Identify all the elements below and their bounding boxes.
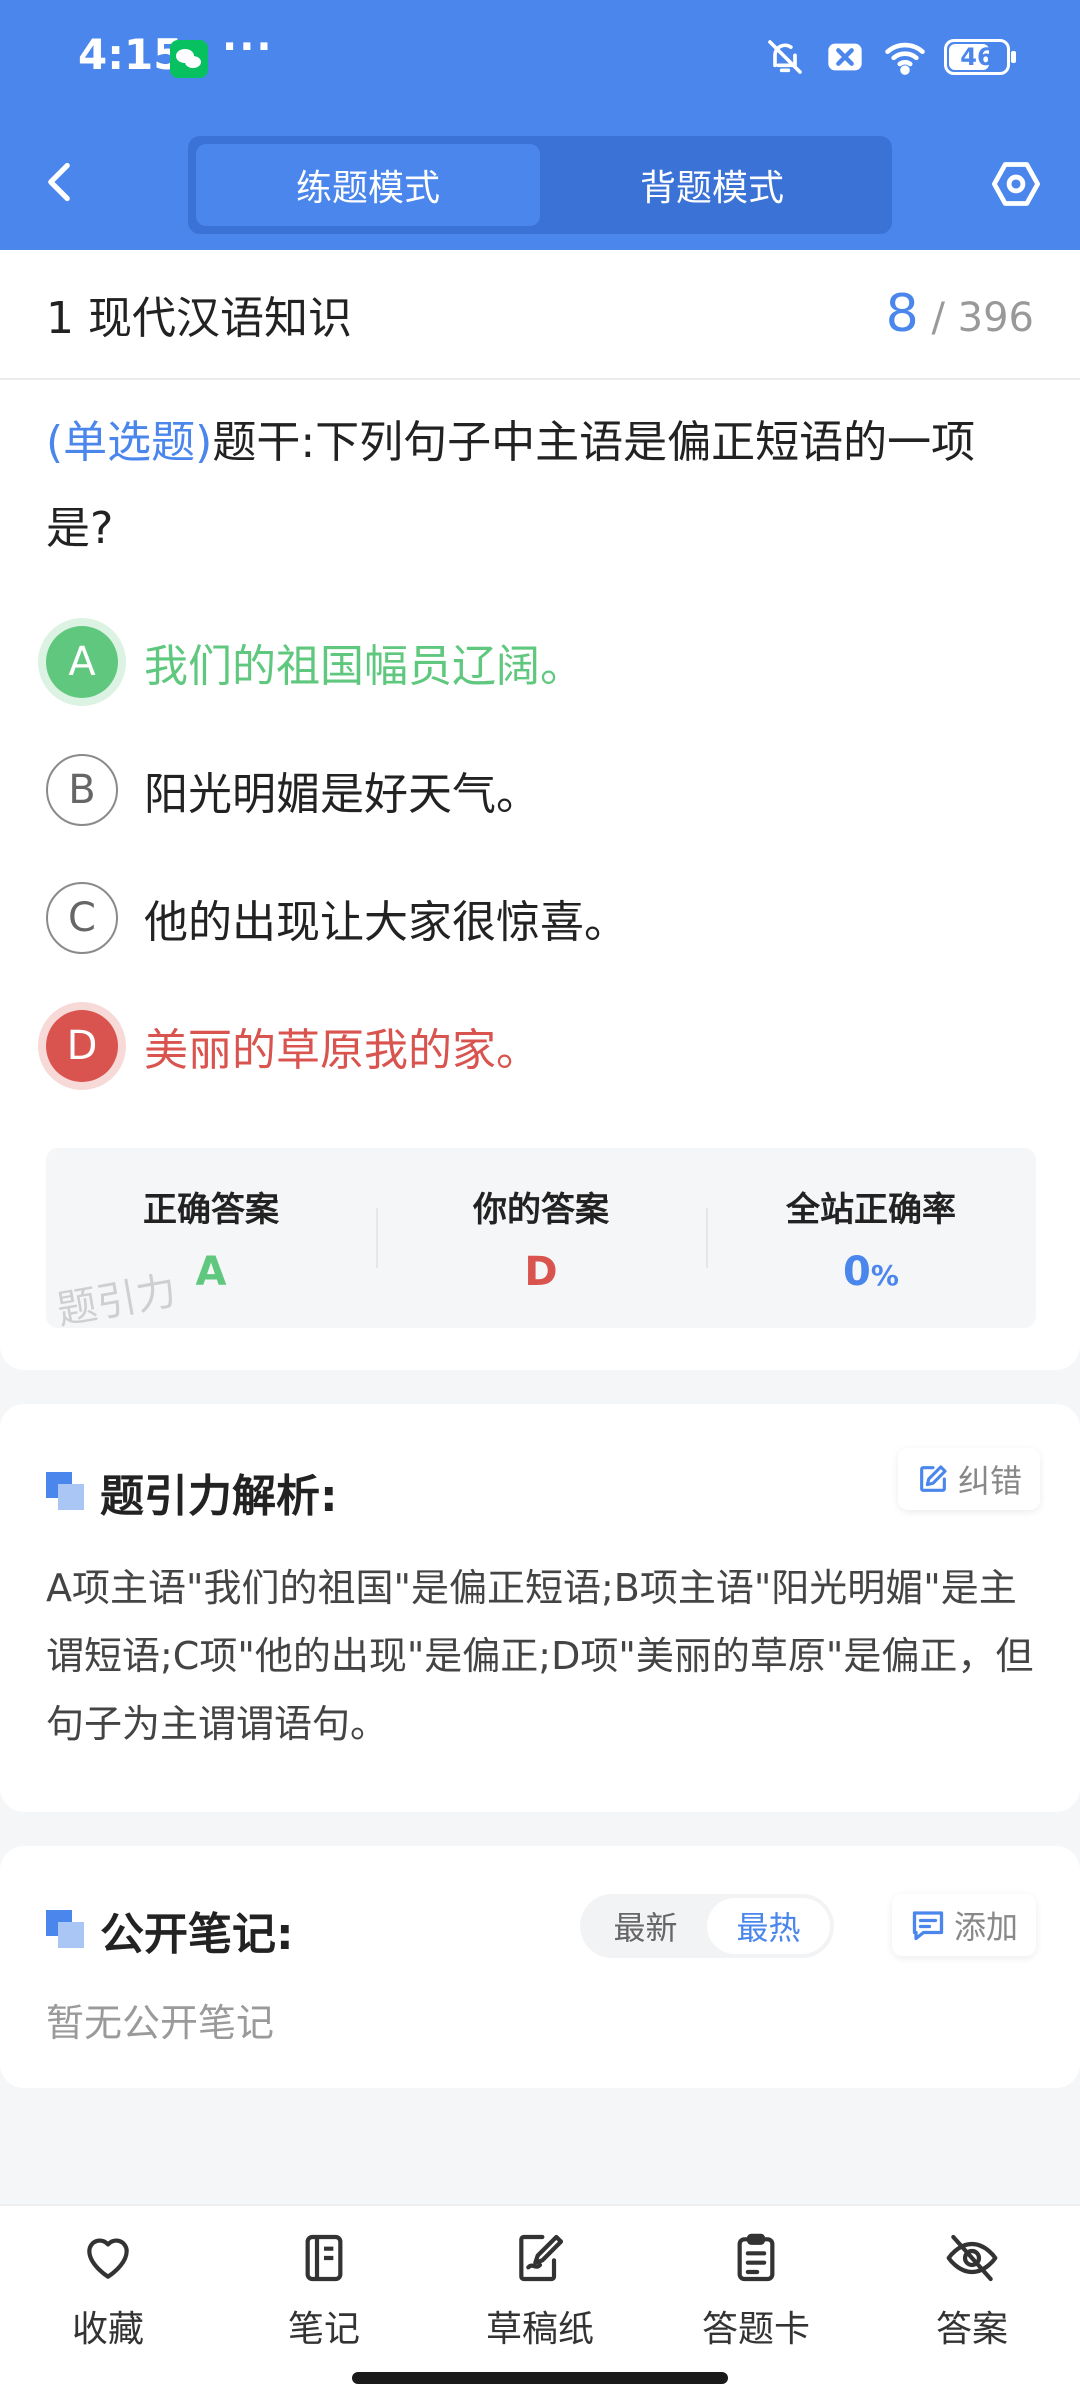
total-questions: / 396: [931, 295, 1034, 341]
tab-label: 笔记: [287, 2309, 360, 2350]
section-squares-icon: [46, 1910, 86, 1950]
notes-sort-switch: 最新 最热: [580, 1894, 834, 1958]
add-note-label: 添加: [954, 1908, 1019, 1946]
heart-icon: [87, 2238, 129, 2279]
notebook-icon: [305, 2234, 343, 2282]
site-accuracy-stat: 全站正确率 0%: [706, 1148, 1036, 1328]
correct-answer-label: 正确答案: [143, 1189, 279, 1230]
answer-stats: 正确答案 A 题引力 你的答案 D 全站正确率 0%: [46, 1148, 1036, 1335]
accuracy-unit: %: [870, 1258, 899, 1292]
option-c[interactable]: C 他的出现让大家很惊喜。: [46, 878, 628, 958]
question-card: 1 现代汉语知识 8 / 396 (单选题)题干:下列句子中主语是偏正短语的一项…: [0, 250, 1080, 1370]
correct-answer-stat: 正确答案 A 题引力: [46, 1148, 376, 1335]
analysis-title: 题引力解析:: [100, 1471, 338, 1522]
settings-button[interactable]: [990, 158, 1042, 210]
tab-memorize-mode[interactable]: 背题模式: [540, 144, 884, 226]
status-bar: 4:15 ··· 46: [0, 0, 1080, 120]
option-text: 我们的祖国幅员辽阔。: [144, 641, 584, 692]
question-type: (单选题): [46, 417, 213, 468]
correct-answer-value: A: [195, 1248, 227, 1295]
option-letter: A: [46, 626, 118, 698]
option-a[interactable]: A 我们的祖国幅员辽阔。: [46, 622, 584, 702]
site-accuracy-value: 0%: [843, 1249, 899, 1295]
section-title: 1 现代汉语知识: [46, 293, 352, 344]
draft-icon: [519, 2234, 564, 2282]
wechat-notification-icon: [170, 40, 208, 78]
settings-hexagon-icon: [991, 162, 1041, 206]
battery-indicator: 46: [944, 39, 1016, 75]
tab-label: 答题卡: [701, 2309, 810, 2350]
your-answer-label: 你的答案: [473, 1189, 609, 1230]
option-letter: C: [46, 882, 118, 954]
back-button[interactable]: [44, 160, 88, 204]
sim-blocked-icon: [824, 36, 866, 78]
option-text: 阳光明媚是好天气。: [144, 769, 540, 820]
eye-off-icon: [946, 2234, 998, 2282]
analysis-header: 题引力解析:: [46, 1460, 338, 1524]
status-icons: 46: [764, 36, 1016, 78]
option-d[interactable]: D 美丽的草原我的家。: [46, 1006, 540, 1086]
report-error-button[interactable]: 纠错: [898, 1448, 1041, 1510]
current-question-number: 8: [885, 284, 919, 344]
comment-icon: [912, 1911, 944, 1941]
question-counter: 8 / 396: [886, 284, 1034, 344]
tab-answer[interactable]: 答案: [864, 2206, 1080, 2400]
bottom-tab-bar: 收藏 笔记 草稿纸 答题卡 答案: [0, 2204, 1080, 2400]
tab-label: 草稿纸: [485, 2309, 594, 2350]
option-text: 他的出现让大家很惊喜。: [144, 897, 628, 948]
report-error-label: 纠错: [958, 1462, 1023, 1500]
tab-practice-mode[interactable]: 练题模式: [196, 144, 540, 226]
app-header: 4:15 ··· 46 练题模式 背题模式: [0, 0, 1080, 250]
bell-muted-icon: [764, 36, 806, 78]
tab-label: 答案: [935, 2309, 1008, 2350]
analysis-card: 题引力解析: 纠错 A项主语"我们的祖国"是偏正短语;B项主语"阳光明媚"是主谓…: [0, 1404, 1080, 1812]
home-indicator[interactable]: [352, 2372, 728, 2384]
notes-card: 公开笔记: 最新 最热 添加 暂无公开笔记: [0, 1846, 1080, 2088]
question-header: 1 现代汉语知识 8 / 396: [0, 250, 1080, 380]
add-note-button[interactable]: 添加: [892, 1894, 1037, 1956]
notes-header: 公开笔记:: [46, 1898, 294, 1962]
answer-sheet-icon: [737, 2233, 775, 2282]
battery-level: 46: [960, 43, 994, 71]
option-letter: D: [46, 1010, 118, 1082]
tab-favorite[interactable]: 收藏: [0, 2206, 216, 2400]
section-squares-icon: [46, 1472, 86, 1512]
tab-notes[interactable]: 笔记: [216, 2206, 432, 2400]
your-answer-value: D: [524, 1248, 558, 1295]
sort-hottest[interactable]: 最热: [707, 1898, 830, 1954]
status-time: 4:15: [78, 30, 183, 79]
tab-label: 收藏: [71, 2309, 144, 2350]
your-answer-stat: 你的答案 D: [376, 1148, 706, 1328]
chevron-left-icon: [48, 162, 70, 202]
tab-answer-sheet[interactable]: 答题卡: [648, 2206, 864, 2400]
tab-draft-paper[interactable]: 草稿纸: [432, 2206, 648, 2400]
notes-empty-text: 暂无公开笔记: [46, 2001, 275, 2045]
accuracy-number: 0: [843, 1248, 871, 1295]
option-letter: B: [46, 754, 118, 826]
wifi-icon: [884, 36, 926, 78]
option-text: 美丽的草原我的家。: [144, 1025, 540, 1076]
edit-icon: [920, 1465, 947, 1492]
watermark: 题引力: [53, 1267, 180, 1335]
option-b[interactable]: B 阳光明媚是好天气。: [46, 750, 540, 830]
more-notifications-indicator: ···: [222, 24, 274, 70]
notes-title: 公开笔记:: [100, 1909, 294, 1960]
sort-latest[interactable]: 最新: [584, 1898, 707, 1954]
question-stem: (单选题)题干:下列句子中主语是偏正短语的一项是?: [46, 400, 1036, 572]
site-accuracy-label: 全站正确率: [786, 1189, 956, 1230]
mode-switch: 练题模式 背题模式: [188, 136, 892, 234]
analysis-text: A项主语"我们的祖国"是偏正短语;B项主语"阳光明媚"是主谓短语;C项"他的出现…: [46, 1566, 1034, 1746]
